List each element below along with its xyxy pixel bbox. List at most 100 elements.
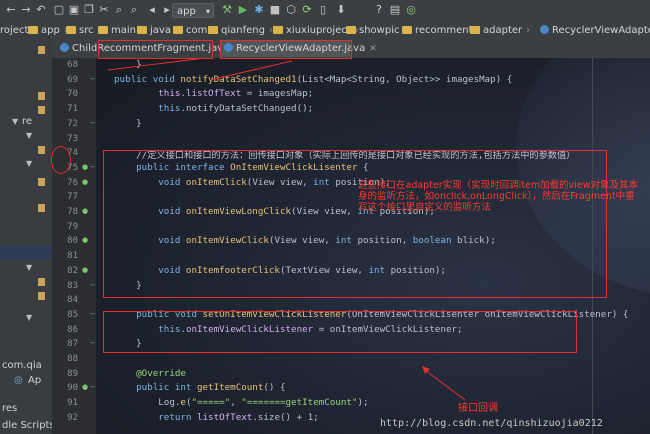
line-number: 71 xyxy=(67,104,78,115)
folder-icon xyxy=(470,26,480,34)
breadcrumb-label: roject xyxy=(0,25,29,36)
annotation-callback-note: 接口回调 xyxy=(458,403,498,414)
line-number: 83 xyxy=(67,280,78,291)
breadcrumb-label: recomment xyxy=(415,25,473,36)
tree-row[interactable]: ▼ xyxy=(0,129,52,143)
open-icon[interactable]: ▢ xyxy=(52,3,66,17)
breadcrumb-item[interactable]: recomment› xyxy=(402,22,481,39)
code-line: return listOfText.size() + 1; xyxy=(114,411,319,423)
code-line: public void notifyDataSetChanged1(List<M… xyxy=(114,74,512,85)
expand-arrow-icon[interactable]: ▼ xyxy=(12,115,18,129)
code-token: , xyxy=(230,397,242,409)
line-number: 90 xyxy=(67,383,78,394)
search-icon[interactable]: ⌕ xyxy=(112,3,126,17)
code-line: @Override xyxy=(114,368,186,379)
build-icon[interactable]: ⚒ xyxy=(220,3,234,17)
sync-icon[interactable]: ⟳ xyxy=(300,3,314,17)
implement-marker-icon[interactable]: ● xyxy=(82,266,88,274)
implement-marker-icon[interactable]: ● xyxy=(82,383,88,391)
fold-icon[interactable]: − xyxy=(90,281,96,289)
line-number: 73 xyxy=(67,133,78,144)
code-token: .notifyDataSetChanged(); xyxy=(180,103,314,115)
fold-icon[interactable]: − xyxy=(90,310,96,318)
annotation-box-setter xyxy=(103,311,577,353)
attach-icon[interactable]: ⬡ xyxy=(284,3,298,17)
structure-icon[interactable]: ▤ xyxy=(388,3,402,17)
implement-marker-icon[interactable]: ● xyxy=(82,236,88,244)
code-line: } xyxy=(114,59,142,70)
annotation-line: 身的监听方法，如onclick,onLongClick），然后在Fragment… xyxy=(358,191,635,202)
line-number: 88 xyxy=(67,354,78,364)
tree-row[interactable]: ▼ xyxy=(0,157,52,171)
folder-icon xyxy=(346,26,356,34)
copy-icon[interactable]: ❐ xyxy=(82,3,96,17)
breadcrumb-item[interactable]: app› xyxy=(28,22,68,39)
find-replace-icon[interactable]: ⌕ xyxy=(127,3,141,17)
project-panel: ▼ re ▼ ▼ ▼ ▼ com.qia ◎ Ap res dle Script… xyxy=(0,39,53,434)
code-token: getItemCount xyxy=(196,382,264,394)
implement-marker-icon[interactable]: ● xyxy=(82,178,88,186)
code-token: @Override xyxy=(114,367,186,379)
forward-icon[interactable]: → xyxy=(19,3,33,17)
line-number: 81 xyxy=(67,251,78,262)
debug-icon[interactable]: ✱ xyxy=(252,3,266,17)
expand-arrow-icon[interactable]: ▼ xyxy=(26,157,32,171)
fold-icon[interactable]: − xyxy=(90,383,96,391)
android-icon[interactable]: ◎ xyxy=(404,3,418,17)
breadcrumb-label: app xyxy=(41,25,60,36)
code-token: () { xyxy=(263,382,286,394)
chevron-down-icon: ▾ xyxy=(205,7,210,16)
implement-marker-icon[interactable]: ● xyxy=(82,163,88,171)
code-token: .size() + 1; xyxy=(252,411,319,423)
code-token: listOfText xyxy=(196,411,253,423)
line-number: 85 xyxy=(67,309,78,320)
tree-row[interactable]: ▼ xyxy=(0,311,52,325)
line-number: 72 xyxy=(67,118,78,129)
code-token: } xyxy=(114,59,142,70)
code-line: public int getItemCount() { xyxy=(114,382,286,394)
tree-row-re[interactable]: ▼ re xyxy=(0,115,52,129)
code-token: this xyxy=(158,103,181,115)
folder-icon xyxy=(273,26,283,34)
expand-arrow-icon[interactable]: ▼ xyxy=(26,129,32,143)
line-number: 91 xyxy=(67,398,78,409)
undo-icon[interactable]: ↶ xyxy=(34,3,48,17)
tree-row[interactable]: ▼ xyxy=(0,261,52,275)
class-icon xyxy=(60,43,69,52)
help-icon[interactable]: ? xyxy=(372,3,386,17)
breadcrumb-item[interactable]: showpic› xyxy=(346,22,407,39)
back-arrow-icon[interactable]: ◂ xyxy=(145,3,159,17)
cut-icon[interactable]: ✂ xyxy=(97,3,111,17)
sdk-icon[interactable]: ⬇ xyxy=(334,3,348,17)
run-icon[interactable]: ▶ xyxy=(236,3,250,17)
breadcrumb-item[interactable]: adapter › xyxy=(470,22,530,39)
breadcrumb-item[interactable]: qianfeng › xyxy=(208,22,273,39)
code-token: = imagesMap; xyxy=(241,88,314,100)
close-icon[interactable]: ✕ xyxy=(369,44,377,54)
fold-icon[interactable]: − xyxy=(90,119,96,127)
expand-arrow-icon[interactable]: ▼ xyxy=(26,261,32,275)
implement-marker-icon[interactable]: ● xyxy=(82,207,88,215)
folder-icon xyxy=(28,26,38,34)
line-number: 92 xyxy=(67,412,78,423)
line-number: 80 xyxy=(67,236,78,247)
code-token: Log. xyxy=(114,397,181,409)
fold-icon[interactable]: − xyxy=(90,163,96,171)
selected-tree-row[interactable] xyxy=(0,246,52,260)
expand-arrow-icon[interactable]: ▼ xyxy=(26,311,32,325)
stop-icon[interactable]: ■ xyxy=(268,3,282,17)
line-number: 78 xyxy=(67,207,78,217)
breadcrumb-label: RecyclerViewAdapter xyxy=(552,25,650,36)
breadcrumb-item[interactable]: RecyclerViewAdapter xyxy=(540,22,650,39)
run-config-select[interactable]: app ▾ xyxy=(172,3,214,18)
save-icon[interactable]: ▣ xyxy=(67,3,81,17)
breadcrumb-item[interactable]: src› xyxy=(66,22,102,39)
back-icon[interactable]: ← xyxy=(4,3,18,17)
annotation-line: 写这个接口里自定义的监听方法 xyxy=(358,202,492,213)
fold-icon[interactable]: − xyxy=(90,75,96,83)
annotation-box-tab xyxy=(220,40,352,59)
avd-icon[interactable]: ▯ xyxy=(316,3,330,17)
fold-icon[interactable]: − xyxy=(90,339,96,347)
